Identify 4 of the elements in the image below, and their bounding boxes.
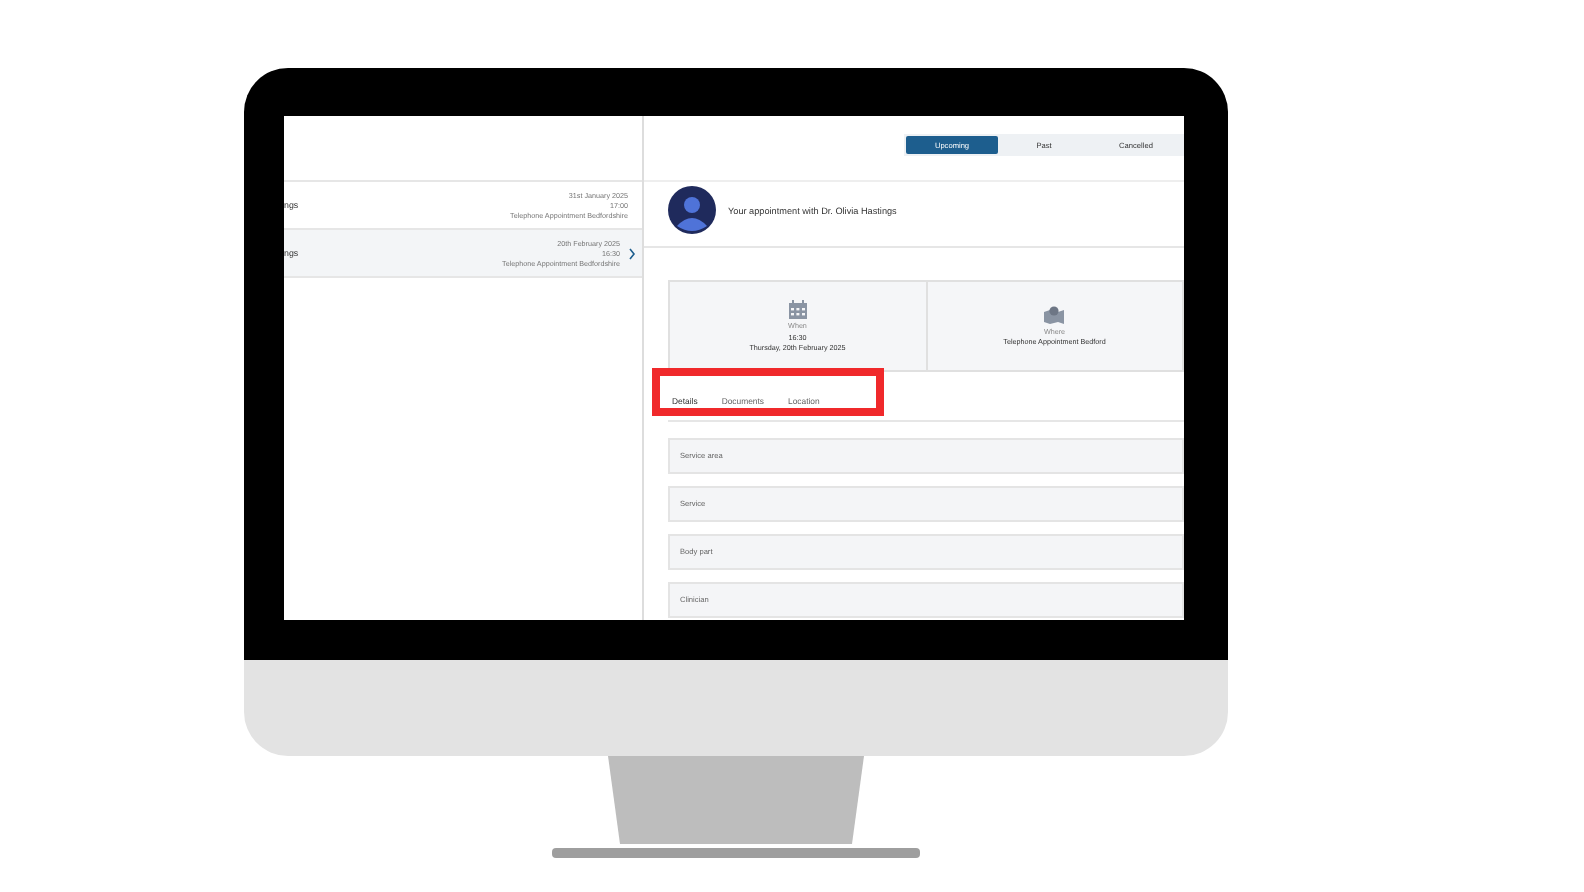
- chevron-right-icon: [628, 247, 636, 259]
- calendar-icon: [787, 299, 808, 320]
- map-pin-icon: [1044, 306, 1065, 324]
- avatar-icon: [668, 186, 716, 234]
